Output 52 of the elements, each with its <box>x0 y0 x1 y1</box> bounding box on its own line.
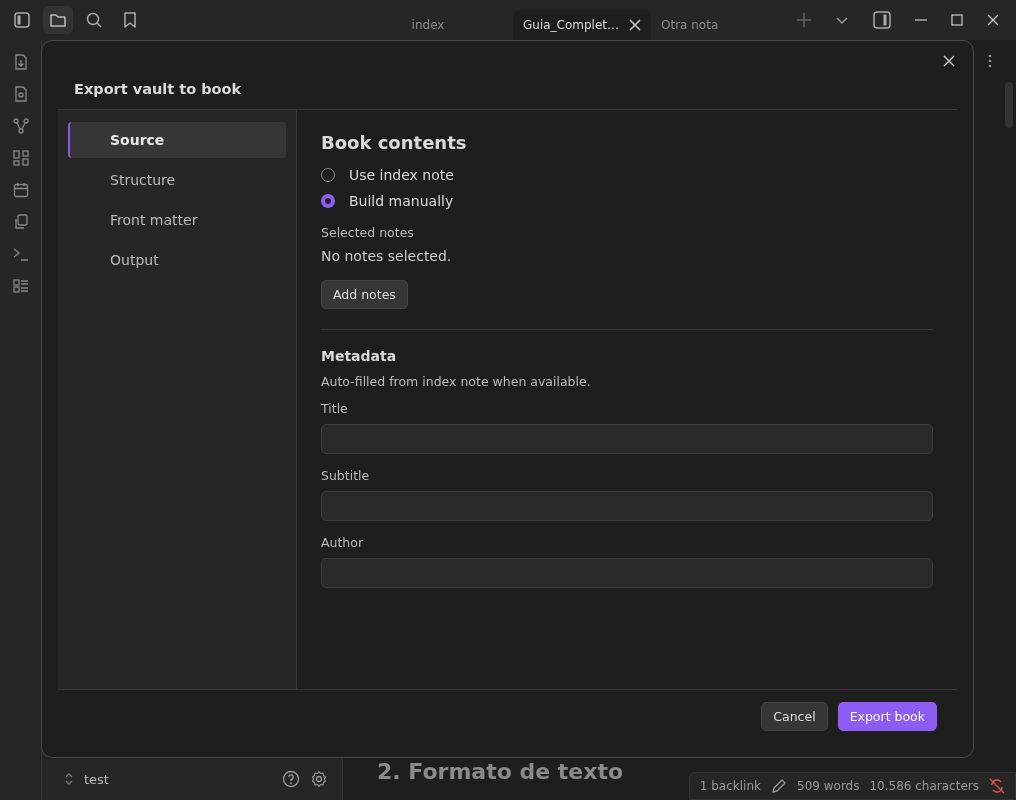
radio-label[interactable]: Use index note <box>349 167 454 183</box>
radio-button[interactable] <box>321 194 335 208</box>
copy-icon[interactable] <box>12 214 29 230</box>
file-download-icon[interactable] <box>12 54 29 70</box>
nav-item[interactable]: Front matter <box>68 202 286 238</box>
tab[interactable]: Guia_Complet… <box>513 10 651 40</box>
sync-off-icon[interactable] <box>989 778 1005 794</box>
vault-name[interactable]: test <box>84 771 272 787</box>
list-icon[interactable] <box>12 278 29 294</box>
field-label: Subtitle <box>321 468 370 483</box>
bookmark-icon[interactable] <box>121 11 139 29</box>
folder-icon[interactable] <box>43 6 73 34</box>
hint-text: Auto-filled from index note when available. <box>321 374 591 389</box>
nav-item[interactable]: Structure <box>68 162 286 198</box>
note-heading: 2. Formato de texto <box>377 759 624 784</box>
close-window-icon[interactable] <box>987 14 999 26</box>
nav-item[interactable]: Output <box>68 242 286 278</box>
cancel-button[interactable]: Cancel <box>761 702 828 731</box>
backlink-count[interactable]: 1 backlink <box>699 779 761 793</box>
add-notes-button[interactable]: Add notes <box>321 280 408 309</box>
graph-icon[interactable] <box>12 118 29 134</box>
nav-item[interactable]: Source <box>68 122 286 158</box>
help-icon[interactable] <box>282 770 300 788</box>
grid-icon[interactable] <box>12 150 29 166</box>
section-heading: Book contents <box>321 132 467 153</box>
chevron-up-down-icon[interactable] <box>64 772 74 786</box>
tab[interactable]: Otra nota <box>651 10 729 40</box>
input-field[interactable] <box>321 491 933 521</box>
calendar-icon[interactable] <box>12 182 29 198</box>
field-label: Title <box>321 401 348 416</box>
terminal-icon[interactable] <box>12 246 29 262</box>
right-sidebar-icon[interactable] <box>873 11 891 29</box>
export-button[interactable]: Export book <box>837 702 937 731</box>
input-field[interactable] <box>321 424 933 454</box>
sidebar-toggle-icon[interactable] <box>13 11 31 29</box>
file-search-icon[interactable] <box>12 86 29 102</box>
input-field[interactable] <box>321 558 933 588</box>
pencil-icon[interactable] <box>771 778 787 794</box>
field-label: Selected notes <box>321 225 414 240</box>
empty-message: No notes selected. <box>321 248 452 264</box>
character-count: 10.586 characters <box>869 779 979 793</box>
settings-icon[interactable] <box>310 770 328 788</box>
section-heading: Metadata <box>321 348 397 364</box>
word-count: 509 words <box>797 779 860 793</box>
radio-label[interactable]: Build manually <box>349 193 454 209</box>
more-options-icon[interactable] <box>988 54 992 68</box>
maximize-icon[interactable] <box>951 14 963 26</box>
field-label: Author <box>321 535 364 550</box>
search-icon[interactable] <box>85 11 103 29</box>
close-icon[interactable] <box>943 55 955 67</box>
close-icon[interactable] <box>629 19 641 31</box>
tab[interactable]: index <box>343 10 513 40</box>
